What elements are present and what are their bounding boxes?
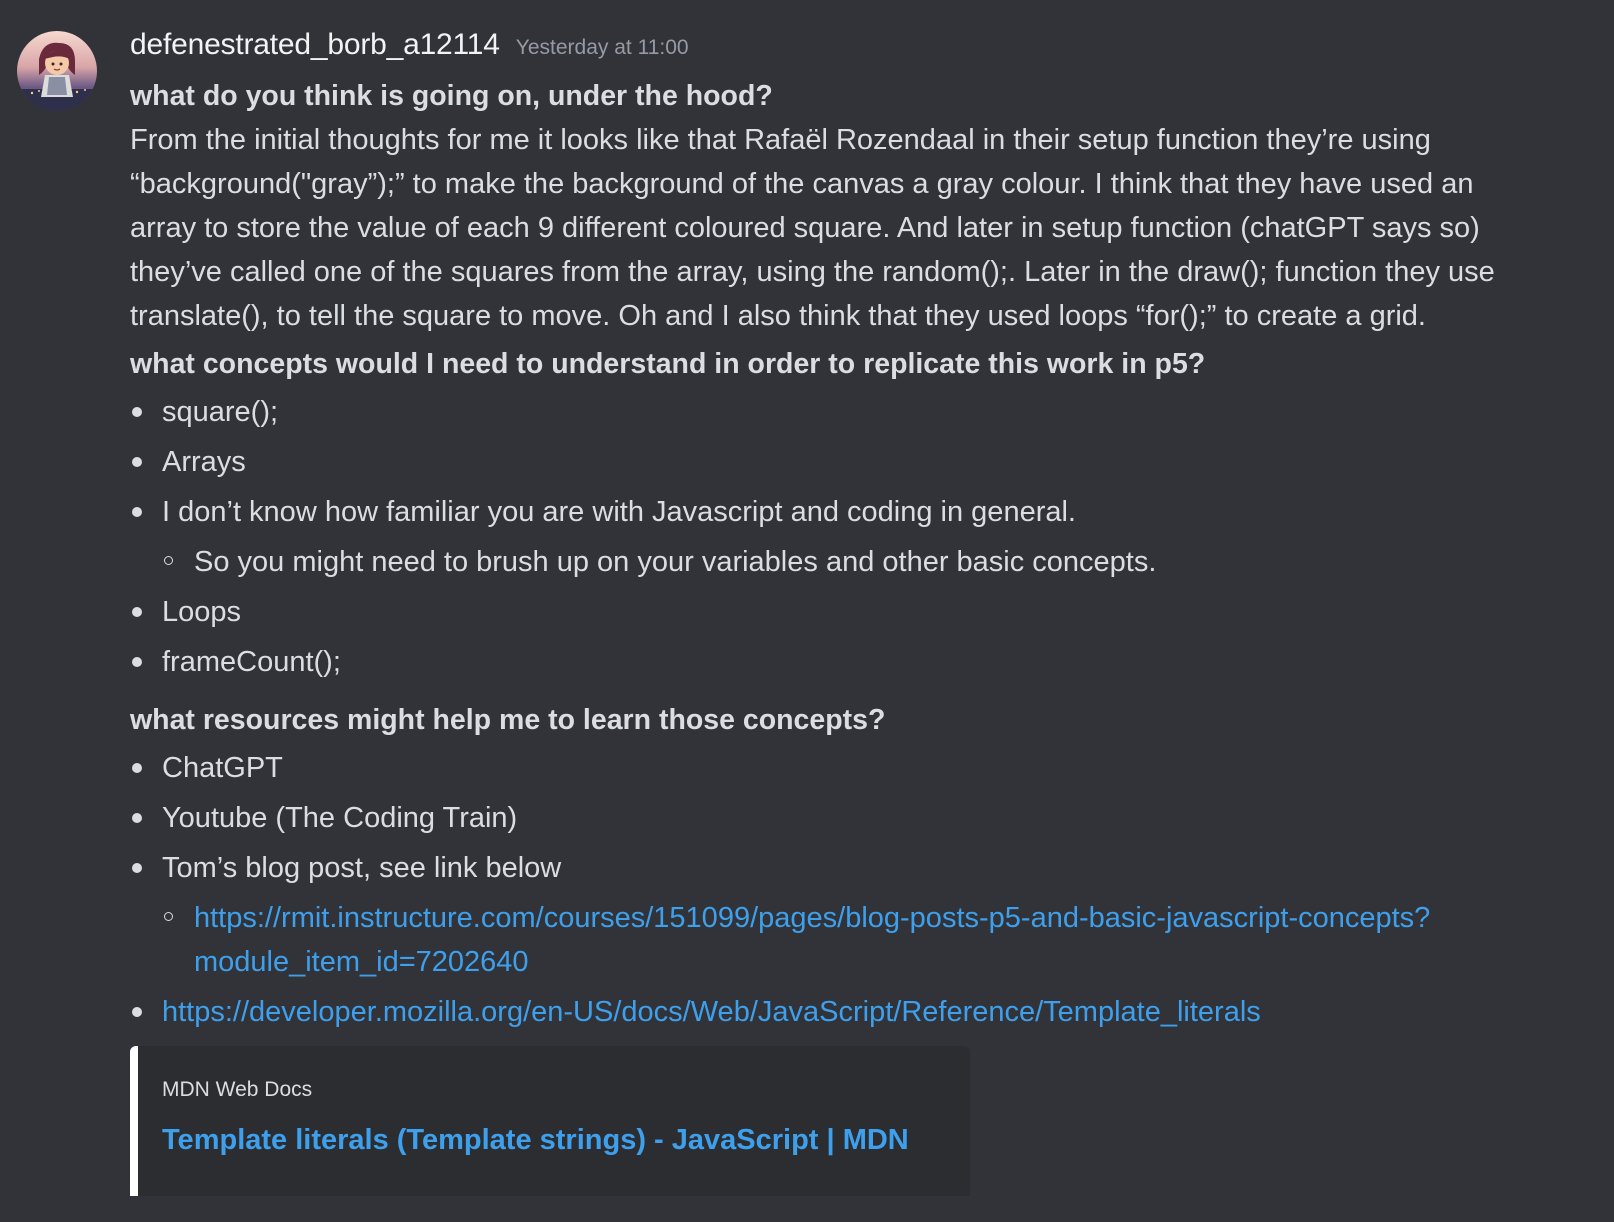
paragraph-line: they’ve called one of the squares from t… bbox=[130, 256, 1495, 288]
bullet-icon bbox=[132, 1007, 142, 1017]
embed-provider[interactable]: MDN Web Docs bbox=[162, 1078, 312, 1102]
bullet-icon bbox=[132, 607, 142, 617]
mdn-link[interactable]: https://developer.mozilla.org/en-US/docs… bbox=[162, 996, 1261, 1028]
answer-paragraph: From the initial thoughts for me it look… bbox=[130, 118, 1590, 338]
list-item: I don’t know how familiar you are with J… bbox=[130, 490, 1590, 584]
link-line[interactable]: module_item_id=7202640 bbox=[194, 940, 1590, 984]
paragraph-line: From the initial thoughts for me it look… bbox=[130, 124, 1431, 156]
bullet-icon bbox=[132, 763, 142, 773]
sub-list-item: So you might need to brush up on your va… bbox=[162, 540, 1590, 584]
bullet-icon bbox=[132, 813, 142, 823]
concepts-list: square(); Arrays I don’t know how famili… bbox=[130, 390, 1590, 684]
list-item-text: Arrays bbox=[162, 446, 246, 478]
sub-list: https://rmit.instructure.com/courses/151… bbox=[162, 896, 1590, 984]
sub-list-item-text: So you might need to brush up on your va… bbox=[194, 546, 1157, 578]
sub-list: So you might need to brush up on your va… bbox=[162, 540, 1590, 584]
list-item: frameCount(); bbox=[130, 640, 1590, 684]
user-avatar[interactable] bbox=[17, 31, 97, 111]
list-item: https://developer.mozilla.org/en-US/docs… bbox=[130, 990, 1590, 1034]
question-heading-3: what resources might help me to learn th… bbox=[130, 704, 886, 736]
list-item: Loops bbox=[130, 590, 1590, 634]
hollow-bullet-icon bbox=[164, 912, 173, 921]
bullet-icon bbox=[132, 657, 142, 667]
blog-post-link[interactable]: https://rmit.instructure.com/courses/151… bbox=[194, 896, 1590, 984]
question-heading-2: what concepts would I need to understand… bbox=[130, 348, 1206, 380]
list-item: Tom’s blog post, see link below https://… bbox=[130, 846, 1590, 984]
list-item: Youtube (The Coding Train) bbox=[130, 796, 1590, 840]
bullet-icon bbox=[132, 863, 142, 873]
link-line[interactable]: https://rmit.instructure.com/courses/151… bbox=[194, 896, 1590, 940]
list-item: Arrays bbox=[130, 440, 1590, 484]
list-item-text: Youtube (The Coding Train) bbox=[162, 802, 518, 834]
paragraph-line: “background("gray”);” to make the backgr… bbox=[130, 168, 1474, 200]
hollow-bullet-icon bbox=[164, 556, 173, 565]
question-heading-1: what do you think is going on, under the… bbox=[130, 80, 773, 112]
list-item-text: frameCount(); bbox=[162, 646, 341, 678]
list-item-text: Loops bbox=[162, 596, 242, 628]
bullet-icon bbox=[132, 457, 142, 467]
list-item-text: I don’t know how familiar you are with J… bbox=[162, 496, 1076, 528]
list-item: ChatGPT bbox=[130, 746, 1590, 790]
timestamp[interactable]: Yesterday at 11:00 bbox=[516, 36, 689, 60]
message-content: defenestrated_borb_a12114 Yesterday at 1… bbox=[130, 28, 1590, 1196]
username[interactable]: defenestrated_borb_a12114 bbox=[130, 28, 500, 62]
avatar-illustration bbox=[17, 31, 97, 111]
list-item-text: square(); bbox=[162, 396, 279, 428]
paragraph-line: translate(), to tell the square to move.… bbox=[130, 300, 1426, 332]
link-embed: MDN Web Docs Template literals (Template… bbox=[130, 1046, 970, 1196]
sub-list-item: https://rmit.instructure.com/courses/151… bbox=[162, 896, 1590, 984]
list-item-text: Tom’s blog post, see link below bbox=[162, 852, 562, 884]
list-item-text: ChatGPT bbox=[162, 752, 283, 784]
bullet-icon bbox=[132, 507, 142, 517]
list-item: square(); bbox=[130, 390, 1590, 434]
resources-list: ChatGPT Youtube (The Coding Train) Tom’s… bbox=[130, 746, 1590, 1034]
message-header: defenestrated_borb_a12114 Yesterday at 1… bbox=[130, 28, 1590, 74]
bullet-icon bbox=[132, 407, 142, 417]
paragraph-line: array to store the value of each 9 diffe… bbox=[130, 212, 1480, 244]
chat-message: defenestrated_borb_a12114 Yesterday at 1… bbox=[0, 0, 1614, 1222]
embed-title-link[interactable]: Template literals (Template strings) - J… bbox=[162, 1124, 909, 1157]
